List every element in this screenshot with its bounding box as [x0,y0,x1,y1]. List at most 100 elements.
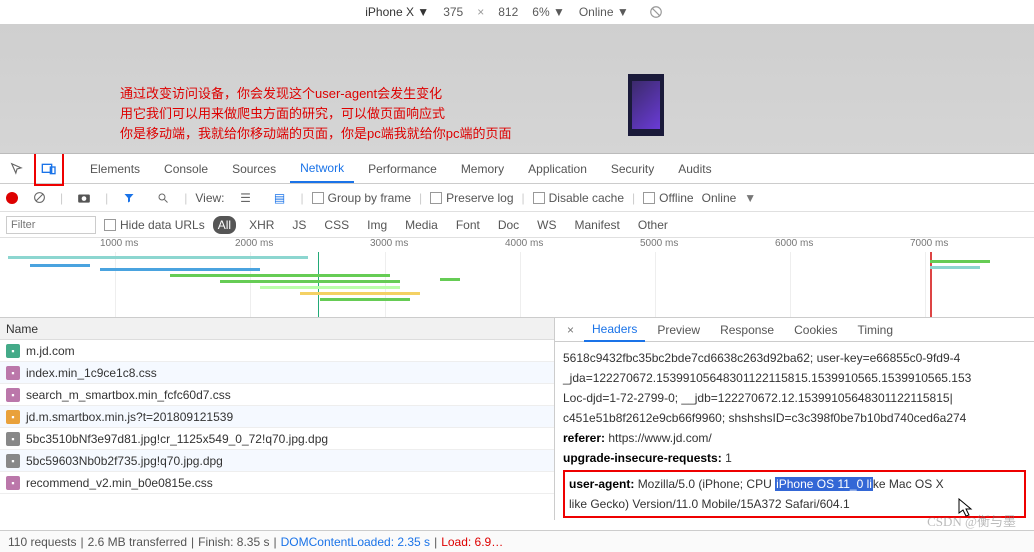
file-icon: ▪ [6,454,20,468]
tick-5000: 5000 ms [640,238,678,249]
request-row[interactable]: ▪ jd.m.smartbox.min.js?t=201809121539 [0,406,554,428]
clear-icon[interactable] [26,185,52,211]
viewport-width[interactable]: 375 [443,5,463,19]
view-label: View: [195,191,224,205]
detail-tab-timing[interactable]: Timing [849,318,901,342]
inspect-icon[interactable] [4,156,30,182]
shsh-line: c451e51b8f2612e9cb66f9960; shshshsID=c3c… [563,408,1026,428]
viewport-height[interactable]: 812 [498,5,518,19]
tab-sources[interactable]: Sources [222,155,286,183]
request-name: search_m_smartbox.min_fcfc60d7.css [26,388,231,402]
file-icon: ▪ [6,388,20,402]
type-font[interactable]: Font [451,216,485,234]
throttle-select[interactable]: Online ▼ [579,5,629,19]
close-detail-icon[interactable]: × [561,323,580,337]
request-name: 5bc3510bNf3e97d81.jpg!cr_1125x549_0_72!q… [26,432,328,446]
type-img[interactable]: Img [362,216,392,234]
detail-tab-headers[interactable]: Headers [584,318,645,342]
tick-2000: 2000 ms [235,238,273,249]
file-icon: ▪ [6,476,20,490]
hide-data-urls-checkbox[interactable]: Hide data URLs [104,218,205,232]
filter-input[interactable] [6,216,96,234]
tab-performance[interactable]: Performance [358,155,447,183]
detail-tab-preview[interactable]: Preview [649,318,708,342]
detail-tabs: × Headers Preview Response Cookies Timin… [555,318,1034,342]
type-other[interactable]: Other [633,216,673,234]
device-select[interactable]: iPhone X ▼ [365,5,429,19]
device-toggle-icon[interactable] [36,156,62,182]
tab-console[interactable]: Console [154,155,218,183]
tick-7000: 7000 ms [910,238,948,249]
type-all[interactable]: All [213,216,236,234]
tab-security[interactable]: Security [601,155,664,183]
disable-cache-checkbox[interactable]: Disable cache [533,191,624,205]
request-name: index.min_1c9ce1c8.css [26,366,157,380]
detail-tab-response[interactable]: Response [712,318,782,342]
request-row[interactable]: ▪ index.min_1c9ce1c8.css [0,362,554,384]
cursor-icon [958,498,974,518]
file-icon: ▪ [6,410,20,424]
tab-elements[interactable]: Elements [80,155,150,183]
headers-content[interactable]: 5618c9432fbc35bc2bde7cd6638c263d92ba62; … [555,342,1034,520]
detail-tab-cookies[interactable]: Cookies [786,318,845,342]
search-icon[interactable] [150,185,176,211]
record-button[interactable] [6,192,18,204]
request-row[interactable]: ▪recommend_v2.min_b0e0815e.css [0,472,554,494]
phone-frame [628,74,664,136]
status-dcl: DOMContentLoaded: 2.35 s [281,535,430,549]
waterfall-overview[interactable]: 1000 ms 2000 ms 3000 ms 4000 ms 5000 ms … [0,238,1034,318]
type-css[interactable]: CSS [319,216,354,234]
request-name: m.jd.com [26,344,75,358]
status-bar: 110 requests | 2.6 MB transferred | Fini… [0,530,1034,552]
tick-1000: 1000 ms [100,238,138,249]
request-row[interactable]: ▪ 5bc59603Nb0b2f735.jpg!q70.jpg.dpg [0,450,554,472]
file-icon: ▪ [6,344,20,358]
tab-application[interactable]: Application [518,155,597,183]
jda-line: _jda=122270672.15399105648301122115815.1… [563,368,1026,388]
request-row[interactable]: ▪ 5bc3510bNf3e97d81.jpg!cr_1125x549_0_72!… [0,428,554,450]
uir-header: upgrade-insecure-requests: 1 [563,448,1026,468]
online-select[interactable]: Online [702,191,737,205]
type-xhr[interactable]: XHR [244,216,279,234]
filter-icon[interactable] [116,185,142,211]
tab-audits[interactable]: Audits [668,155,721,183]
request-detail-pane: × Headers Preview Response Cookies Timin… [555,318,1034,520]
preserve-log-checkbox[interactable]: Preserve log [430,191,513,205]
dim-sep: × [477,5,484,19]
type-js[interactable]: JS [287,216,311,234]
file-icon: ▪ [6,432,20,446]
loc-line: Loc-djd=1-72-2799-0; __jdb=122270672.12.… [563,388,1026,408]
status-transferred: 2.6 MB transferred [88,535,187,549]
type-media[interactable]: Media [400,216,443,234]
large-rows-icon[interactable]: ☰ [233,185,259,211]
status-load: Load: 6.9… [441,535,503,549]
tab-memory[interactable]: Memory [451,155,514,183]
chevron-down-icon[interactable]: ▼ [744,191,756,205]
network-filter-row: Hide data URLs All XHR JS CSS Img Media … [0,212,1034,238]
group-by-frame-checkbox[interactable]: Group by frame [312,191,411,205]
status-requests: 110 requests [8,535,77,549]
tick-6000: 6000 ms [775,238,813,249]
request-name: jd.m.smartbox.min.js?t=201809121539 [26,410,233,424]
type-manifest[interactable]: Manifest [570,216,625,234]
zoom-select[interactable]: 6% ▼ [532,5,565,19]
rotate-icon[interactable] [643,0,669,25]
request-row[interactable]: ▪ search_m_smartbox.min_fcfc60d7.css [0,384,554,406]
network-toolbar: | | | View: ☰ ▤ | Group by frame | Prese… [0,184,1034,212]
file-icon: ▪ [6,366,20,380]
request-name: 5bc59603Nb0b2f735.jpg!q70.jpg.dpg [26,454,223,468]
request-list[interactable]: ▪ m.jd.com ▪ index.min_1c9ce1c8.css ▪ search_… [0,340,554,520]
device-viewport: 通过改变访问设备，你会发现这个user-agent会发生变化 用它我们可以用来做… [0,24,1034,154]
tick-4000: 4000 ms [505,238,543,249]
name-column-header[interactable]: Name [0,318,554,340]
annotation-text: 通过改变访问设备，你会发现这个user-agent会发生变化 用它我们可以用来做… [120,84,511,144]
request-row[interactable]: ▪ m.jd.com [0,340,554,362]
type-doc[interactable]: Doc [493,216,524,234]
status-finish: Finish: 8.35 s [198,535,269,549]
tab-network[interactable]: Network [290,155,354,183]
overview-icon[interactable]: ▤ [267,185,293,211]
capture-screenshot-icon[interactable] [71,185,97,211]
offline-checkbox[interactable]: Offline [643,191,693,205]
type-ws[interactable]: WS [532,216,561,234]
devtools-tabs: Elements Console Sources Network Perform… [0,154,1034,184]
